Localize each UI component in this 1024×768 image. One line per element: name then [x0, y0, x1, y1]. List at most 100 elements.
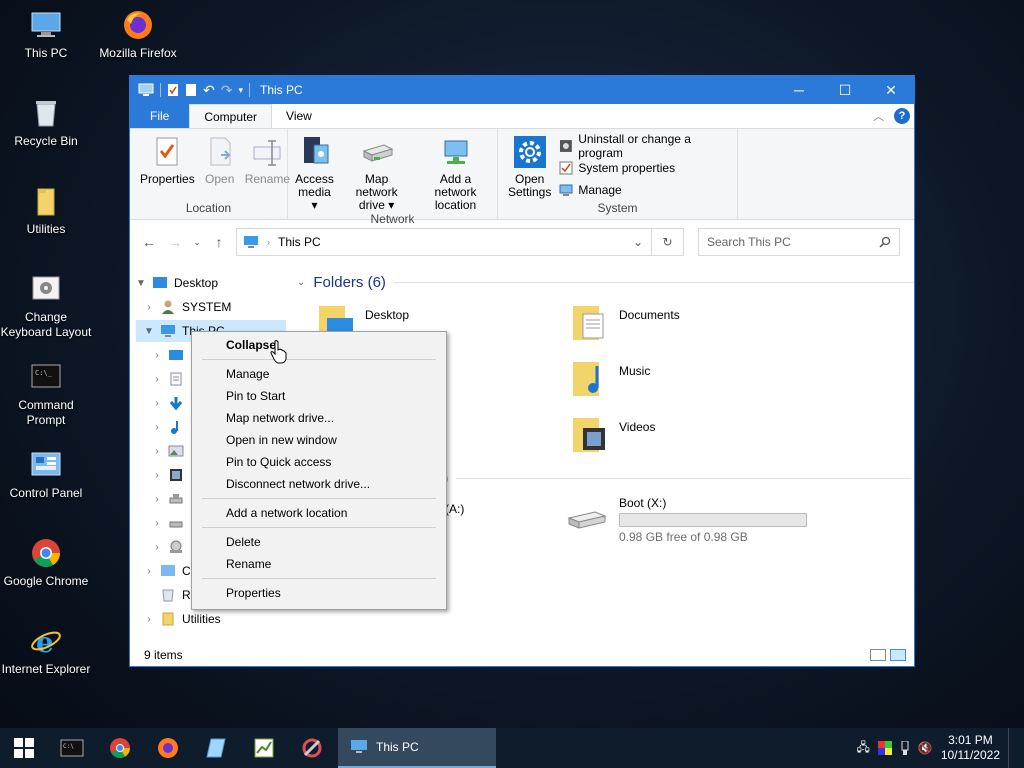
back-button[interactable]: ← — [140, 234, 158, 250]
nav-item-documents[interactable]: › — [152, 368, 184, 390]
details-view-button[interactable] — [870, 649, 886, 661]
manage-button[interactable]: Manage — [559, 181, 737, 199]
tab-computer[interactable]: Computer — [189, 104, 273, 128]
open-button[interactable]: Open — [199, 135, 241, 201]
nav-item-music[interactable]: › — [152, 416, 184, 438]
taskbar-chart-app[interactable] — [240, 728, 288, 768]
maximize-button[interactable]: ☐ — [822, 76, 868, 104]
desktop-icon-recycle-bin[interactable]: Recycle Bin — [0, 96, 92, 149]
desktop-icon-control-panel[interactable]: Control Panel — [0, 448, 92, 501]
color-app-icon[interactable] — [877, 741, 892, 755]
collapse-ribbon-icon[interactable]: ︿ — [873, 108, 884, 124]
volume-muted-icon[interactable]: 🔇 — [918, 741, 933, 755]
chevron-right-icon[interactable]: › — [152, 398, 162, 409]
chevron-right-icon[interactable]: › — [152, 470, 162, 481]
address-dropdown-icon[interactable]: ⌄ — [633, 235, 643, 249]
undo-icon[interactable]: ↶ — [203, 82, 215, 99]
nav-item-boot-drive[interactable]: › — [152, 512, 184, 534]
uninstall-program-button[interactable]: Uninstall or change a program — [559, 132, 737, 160]
breadcrumb[interactable]: This PC — [278, 235, 321, 249]
menu-item-properties[interactable]: Properties — [192, 582, 446, 604]
chevron-right-icon[interactable]: › — [152, 518, 162, 529]
large-icons-view-button[interactable] — [890, 649, 906, 661]
nav-item-desktop[interactable]: ▼ Desktop — [136, 272, 218, 294]
tab-view[interactable]: View — [272, 104, 326, 128]
nav-item-dvd-drive[interactable]: › — [152, 536, 184, 558]
forward-button[interactable]: → — [166, 234, 184, 250]
nav-item-utilities[interactable]: › Utilities — [144, 608, 220, 630]
menu-item-delete[interactable]: Delete — [192, 531, 446, 553]
taskbar-firefox[interactable] — [144, 728, 192, 768]
properties-check-icon[interactable] — [167, 83, 179, 97]
desktop-icon-chrome[interactable]: Google Chrome — [0, 536, 92, 589]
customize-chevron-icon[interactable]: ▾ — [238, 85, 243, 96]
desktop-icon-firefox[interactable]: Mozilla Firefox — [92, 8, 184, 61]
tab-file[interactable]: File — [130, 104, 190, 128]
section-devices[interactable]: 3) — [435, 470, 912, 487]
menu-item-disconnect-network-drive[interactable]: Disconnect network drive... — [192, 473, 446, 495]
usb-device-icon[interactable] — [900, 741, 910, 755]
close-button[interactable]: ✕ — [868, 76, 914, 104]
folder-documents[interactable]: Documents — [569, 302, 680, 342]
chevron-right-icon[interactable]: › — [152, 374, 162, 385]
search-input[interactable]: Search This PC — [698, 228, 900, 256]
nav-item-control-panel[interactable]: › C — [144, 560, 190, 582]
refresh-button[interactable]: ↻ — [651, 229, 683, 255]
section-folders[interactable]: ⌄ Folders (6) — [297, 274, 914, 291]
desktop-icon-utilities[interactable]: Utilities — [0, 184, 92, 237]
menu-item-map-network-drive[interactable]: Map network drive... — [192, 407, 446, 429]
menu-item-pin-to-start[interactable]: Pin to Start — [192, 385, 446, 407]
nav-item-downloads[interactable]: › — [152, 392, 184, 414]
map-network-drive-button[interactable]: Map network drive ▾ — [339, 135, 414, 212]
chevron-right-icon[interactable]: › — [152, 350, 162, 361]
minimize-button[interactable]: ─ — [776, 76, 822, 104]
clock[interactable]: 3:01 PM 10/11/2022 — [941, 733, 1000, 763]
chevron-right-icon[interactable]: › — [144, 614, 154, 625]
chevron-right-icon[interactable]: › — [152, 494, 162, 505]
taskbar-chrome[interactable] — [96, 728, 144, 768]
redo-icon[interactable]: ↷ — [221, 82, 233, 99]
menu-item-collapse[interactable]: Collapse — [192, 334, 446, 356]
menu-item-manage[interactable]: Manage — [192, 363, 446, 385]
add-network-location-button[interactable]: Add a network location — [414, 135, 497, 212]
desktop-icon-this-pc[interactable]: This PC — [0, 8, 92, 61]
nav-item-videos[interactable]: › — [152, 464, 184, 486]
menu-item-add-network-location[interactable]: Add a network location — [192, 502, 446, 524]
chevron-down-icon[interactable]: ▼ — [136, 278, 146, 289]
taskbar-notepad[interactable] — [192, 728, 240, 768]
network-icon[interactable]: 🖧 — [856, 738, 869, 759]
desktop-icon-keyboard-layout[interactable]: Change Keyboard Layout — [0, 272, 92, 340]
menu-item-open-new-window[interactable]: Open in new window — [192, 429, 446, 451]
recent-locations-chevron-icon[interactable]: ⌄ — [192, 237, 202, 248]
menu-item-rename[interactable]: Rename — [192, 553, 446, 575]
chevron-right-icon[interactable]: › — [144, 302, 154, 313]
nav-item-pictures[interactable]: › — [152, 440, 184, 462]
taskbar-tool-app[interactable] — [288, 728, 336, 768]
system-properties-button[interactable]: System properties — [559, 159, 737, 177]
nav-item-recycle-bin[interactable]: R — [160, 584, 191, 606]
drive-boot[interactable]: Boot (X:) 0.98 GB free of 0.98 GB — [565, 496, 807, 544]
properties-button[interactable]: Properties — [136, 135, 199, 201]
open-settings-button[interactable]: Open Settings — [504, 135, 555, 201]
menu-item-pin-quick-access[interactable]: Pin to Quick access — [192, 451, 446, 473]
start-button[interactable] — [0, 728, 48, 768]
chevron-down-icon[interactable]: ▼ — [144, 326, 154, 337]
access-media-button[interactable]: Access media ▾ — [290, 135, 339, 212]
folder-music[interactable]: Music — [569, 358, 650, 398]
address-bar[interactable]: › This PC ⌄ ↻ — [236, 228, 684, 256]
rename-button[interactable]: Rename — [241, 135, 294, 201]
show-desktop-button[interactable] — [1008, 728, 1012, 768]
folder-videos[interactable]: Videos — [569, 414, 655, 454]
nav-item-system[interactable]: › SYSTEM — [144, 296, 231, 318]
chevron-right-icon[interactable]: › — [152, 542, 162, 553]
chevron-right-icon[interactable]: › — [144, 566, 154, 577]
help-icon[interactable]: ? — [894, 108, 910, 124]
taskbar-command-prompt[interactable]: C:\ — [48, 728, 96, 768]
chevron-right-icon[interactable]: › — [152, 422, 162, 433]
nav-item-drive[interactable]: › — [152, 488, 184, 510]
chevron-down-icon[interactable]: ⌄ — [297, 277, 305, 288]
new-folder-icon[interactable] — [185, 83, 197, 97]
desktop-icon-internet-explorer[interactable]: e Internet Explorer — [0, 624, 92, 677]
chevron-right-icon[interactable]: › — [152, 446, 162, 457]
up-button[interactable]: ↑ — [210, 234, 228, 250]
